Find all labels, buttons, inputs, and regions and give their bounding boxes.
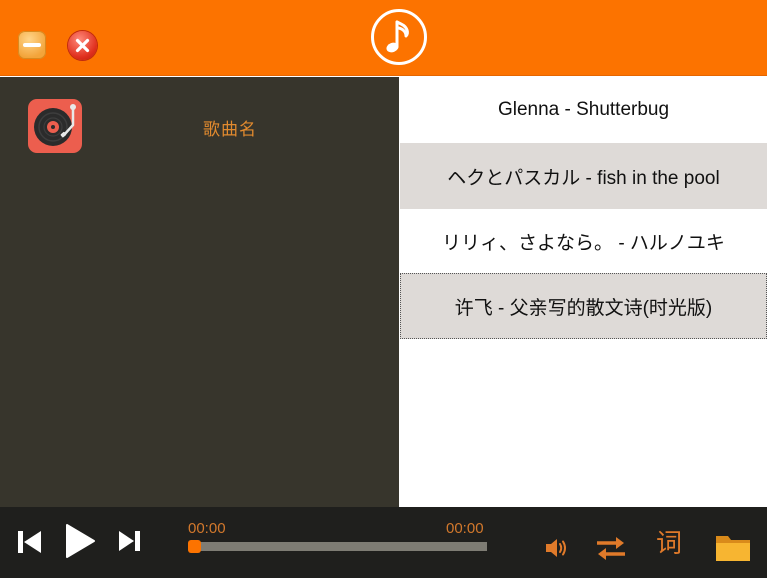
total-time: 00:00 — [446, 520, 484, 537]
music-note-icon — [371, 9, 427, 65]
minimize-icon — [23, 43, 41, 47]
title-bar[interactable] — [0, 0, 767, 76]
minimize-button[interactable] — [18, 31, 46, 59]
playlist-item[interactable]: Glenna - Shutterbug — [400, 77, 767, 143]
play-icon[interactable] — [64, 523, 96, 559]
song-title: 歌曲名 — [203, 120, 257, 140]
playlist-item-selected[interactable]: 许飞 - 父亲写的散文诗(时光版) — [400, 273, 767, 339]
current-time: 00:00 — [188, 520, 226, 537]
now-playing-panel: 歌曲名 — [0, 77, 399, 507]
repeat-icon[interactable] — [595, 535, 627, 561]
control-bar: 00:00 00:00 词 — [0, 507, 767, 578]
record-player-icon — [28, 99, 82, 153]
playlist-item[interactable]: ヘクとパスカル - fish in the pool — [400, 143, 767, 209]
close-icon — [75, 38, 90, 53]
progress-slider[interactable] — [188, 540, 487, 553]
close-button[interactable] — [68, 31, 97, 60]
playlist-item[interactable]: リリィ、さよなら。 - ハルノユキ — [400, 208, 767, 274]
skip-next-icon[interactable] — [118, 529, 142, 553]
progress-handle[interactable] — [188, 540, 201, 553]
skip-previous-icon[interactable] — [17, 529, 43, 555]
volume-icon[interactable] — [545, 537, 569, 559]
playlist[interactable]: Glenna - Shutterbug ヘクとパスカル - fish in th… — [399, 77, 767, 507]
music-player-window: 歌曲名 Glenna - Shutterbug ヘクとパスカル - fish i… — [0, 0, 767, 578]
folder-icon[interactable] — [715, 532, 751, 562]
lyrics-button[interactable]: 词 — [656, 529, 682, 559]
